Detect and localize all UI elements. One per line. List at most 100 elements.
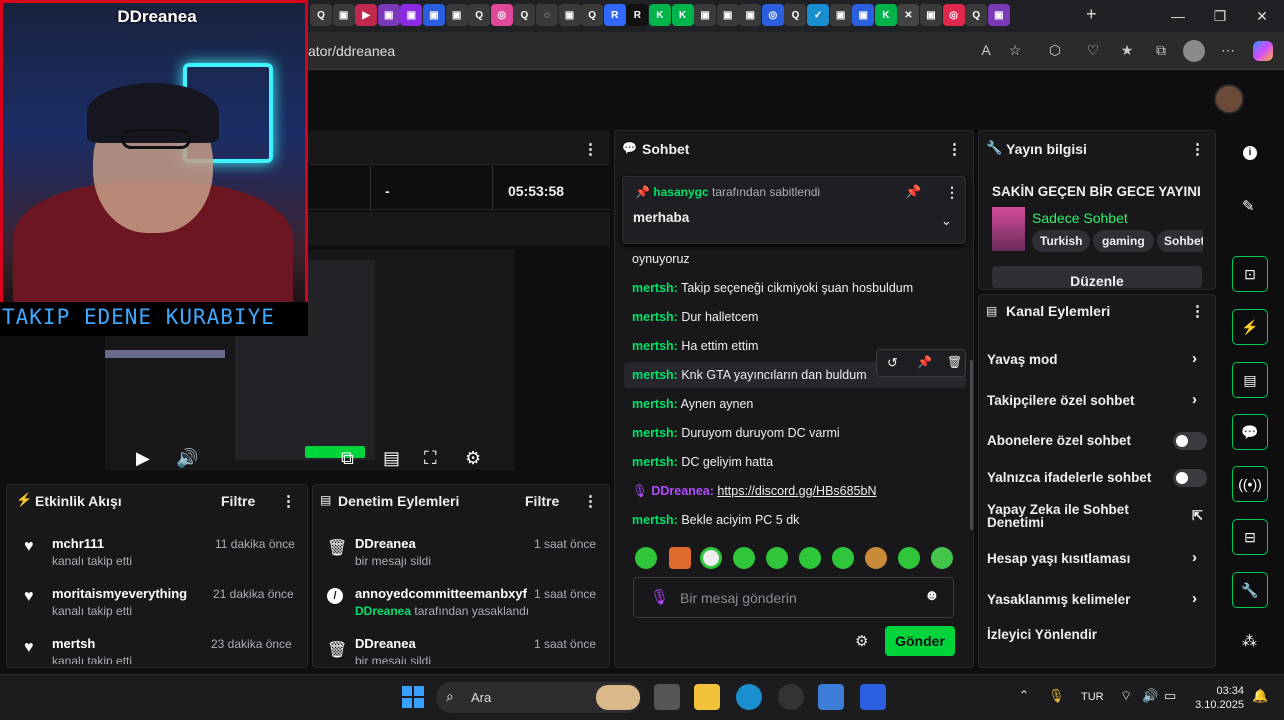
browser-tab[interactable]: ▶ bbox=[355, 4, 378, 26]
collections-icon[interactable]: ⧉ bbox=[1151, 42, 1171, 60]
play-icon[interactable]: ▶ bbox=[136, 448, 150, 469]
browser-tab[interactable]: R bbox=[626, 4, 649, 26]
browser-tab[interactable]: K bbox=[671, 4, 694, 26]
taskbar-search[interactable]: ⌕ Ara bbox=[436, 682, 641, 713]
preview-menu-icon[interactable]: ⋮ bbox=[583, 140, 598, 158]
tag-pill[interactable]: Sohbet bbox=[1157, 230, 1203, 252]
stream-info-menu-icon[interactable]: ⋮ bbox=[1190, 140, 1205, 158]
browser-tab[interactable]: ▣ bbox=[829, 4, 852, 26]
lightning-icon[interactable]: ⚡ bbox=[1232, 309, 1268, 345]
browser-tab[interactable]: Q bbox=[310, 4, 332, 26]
user-avatar[interactable] bbox=[1214, 84, 1244, 114]
profile-avatar[interactable] bbox=[1183, 40, 1205, 62]
followers-only-row[interactable]: Takipçilere özel sohbet bbox=[987, 393, 1135, 408]
raid-row[interactable]: İzleyici Yönlendir bbox=[987, 627, 1097, 642]
screenshot-icon[interactable]: ▤ bbox=[383, 448, 400, 469]
chat-settings-icon[interactable]: ⚙ bbox=[855, 632, 868, 650]
copilot-icon[interactable] bbox=[1253, 41, 1273, 61]
browser-tab[interactable]: ▣ bbox=[422, 4, 445, 26]
edit-button[interactable]: Düzenle bbox=[992, 266, 1202, 289]
emote-icon[interactable] bbox=[766, 547, 788, 569]
tag-pill[interactable]: gaming bbox=[1093, 230, 1154, 252]
volume-icon[interactable]: 🔊 bbox=[176, 448, 198, 469]
close-window-button[interactable]: ✕ bbox=[1240, 0, 1284, 32]
browser-tab[interactable]: ✕ bbox=[897, 4, 920, 26]
notes-icon[interactable]: ▤ bbox=[1232, 362, 1268, 398]
emote-icon[interactable] bbox=[865, 547, 887, 569]
browser-tab[interactable]: K bbox=[874, 4, 897, 26]
broadcast-icon[interactable]: ((•)) bbox=[1232, 466, 1268, 502]
browser-tab[interactable]: Q bbox=[784, 4, 807, 26]
chat-icon[interactable]: 💬 bbox=[1232, 414, 1268, 450]
chevron-right-icon[interactable]: › bbox=[1192, 391, 1197, 408]
ai-moderation-row[interactable]: Yapay Zeka ile Sohbet Denetimi bbox=[987, 503, 1157, 530]
emote-icon[interactable] bbox=[799, 547, 821, 569]
extensions-grid-icon[interactable]: ⁂ bbox=[1242, 632, 1257, 650]
emote-only-toggle[interactable] bbox=[1173, 469, 1207, 487]
chat-scrollbar[interactable] bbox=[970, 360, 973, 530]
maximize-button[interactable]: ❐ bbox=[1198, 0, 1242, 32]
emote-icon[interactable] bbox=[669, 547, 691, 569]
undo-icon[interactable]: ↺ bbox=[887, 355, 898, 371]
settings-gear-icon[interactable]: ⚙ bbox=[465, 448, 481, 469]
pencil-icon[interactable]: ✎ bbox=[1242, 197, 1255, 215]
browser-tab[interactable]: ▣ bbox=[400, 4, 423, 26]
info-icon[interactable]: i bbox=[1243, 146, 1257, 160]
extensions-icon[interactable]: ⬡ bbox=[1045, 42, 1065, 60]
browser-tab[interactable]: ▣ bbox=[739, 4, 762, 26]
activity-filter-button[interactable]: Filtre bbox=[221, 493, 255, 509]
browser-tab[interactable]: ◎ bbox=[490, 4, 513, 26]
browser-tab[interactable]: ◎ bbox=[942, 4, 965, 26]
browser-tab[interactable]: ✓ bbox=[807, 4, 830, 26]
account-age-row[interactable]: Hesap yaşı kısıtlaması bbox=[987, 551, 1130, 566]
volume-tray-icon[interactable]: 🔊 bbox=[1142, 688, 1158, 704]
notification-icon[interactable]: 🔔 bbox=[1252, 688, 1268, 704]
favorite-star-icon[interactable]: ☆ bbox=[1005, 42, 1025, 60]
delete-icon[interactable]: 🗑 bbox=[947, 355, 962, 369]
clip-icon[interactable]: ⧉ bbox=[341, 448, 354, 469]
browser-tab[interactable]: ▣ bbox=[852, 4, 875, 26]
chat-menu-icon[interactable]: ⋮ bbox=[947, 140, 962, 158]
unpin-icon[interactable]: 📌 bbox=[905, 184, 921, 200]
emote-icon[interactable] bbox=[635, 547, 657, 569]
subscribers-only-toggle[interactable] bbox=[1173, 432, 1207, 450]
browser-tab[interactable]: K bbox=[648, 4, 671, 26]
moderation-menu-icon[interactable]: ⋮ bbox=[583, 492, 598, 510]
browser-essentials-icon[interactable]: ♡ bbox=[1083, 42, 1103, 60]
browser-tab[interactable]: ▣ bbox=[987, 4, 1010, 26]
chat-input[interactable]: 🎙 Bir mesaj gönderin ☻ bbox=[633, 577, 954, 618]
send-button[interactable]: Gönder bbox=[885, 626, 955, 656]
browser-tab[interactable]: Q bbox=[581, 4, 604, 26]
slow-mode-row[interactable]: Yavaş mod bbox=[987, 352, 1058, 367]
clock[interactable]: 03:34 3.10.2025 bbox=[1192, 684, 1244, 712]
browser-tab[interactable]: Q bbox=[513, 4, 536, 26]
language-indicator[interactable]: TUR bbox=[1081, 691, 1104, 703]
task-view-icon[interactable] bbox=[654, 684, 680, 710]
emote-icon[interactable] bbox=[733, 547, 755, 569]
obs-icon[interactable] bbox=[778, 684, 804, 710]
banned-words-row[interactable]: Yasaklanmış kelimeler bbox=[987, 592, 1130, 607]
discord-link[interactable]: https://discord.gg/HBs685bN bbox=[717, 484, 876, 498]
browser-tab[interactable]: ▣ bbox=[558, 4, 581, 26]
edge-icon[interactable] bbox=[736, 684, 762, 710]
chat-message[interactable]: mertsh: Knk GTA yayıncıların dan buldum bbox=[632, 368, 867, 382]
emoji-icon[interactable]: ☻ bbox=[924, 587, 940, 604]
pin-icon[interactable]: 📌 bbox=[917, 355, 932, 369]
moderation-filter-button[interactable]: Filtre bbox=[525, 493, 559, 509]
favorites-icon[interactable]: ★ bbox=[1117, 42, 1137, 60]
browser-tab[interactable]: ▣ bbox=[694, 4, 717, 26]
channel-actions-menu-icon[interactable]: ⋮ bbox=[1190, 302, 1205, 320]
browser-tab[interactable]: Q bbox=[965, 4, 988, 26]
fullscreen-icon[interactable]: ⛶ bbox=[424, 448, 437, 469]
focus-icon[interactable]: ⊡ bbox=[1232, 256, 1268, 292]
mic-tray-icon[interactable]: 🎙 bbox=[1048, 688, 1065, 704]
chevron-right-icon[interactable]: › bbox=[1192, 590, 1197, 607]
file-explorer-icon[interactable] bbox=[694, 684, 720, 710]
photos-icon[interactable] bbox=[818, 684, 844, 710]
chevron-right-icon[interactable]: › bbox=[1192, 549, 1197, 566]
minimize-button[interactable]: — bbox=[1156, 0, 1200, 32]
layout-icon[interactable]: ⊟ bbox=[1232, 519, 1268, 555]
battery-icon[interactable]: ▭ bbox=[1164, 688, 1176, 704]
tools-icon[interactable]: 🔧 bbox=[1232, 572, 1268, 608]
emote-icon[interactable] bbox=[898, 547, 920, 569]
